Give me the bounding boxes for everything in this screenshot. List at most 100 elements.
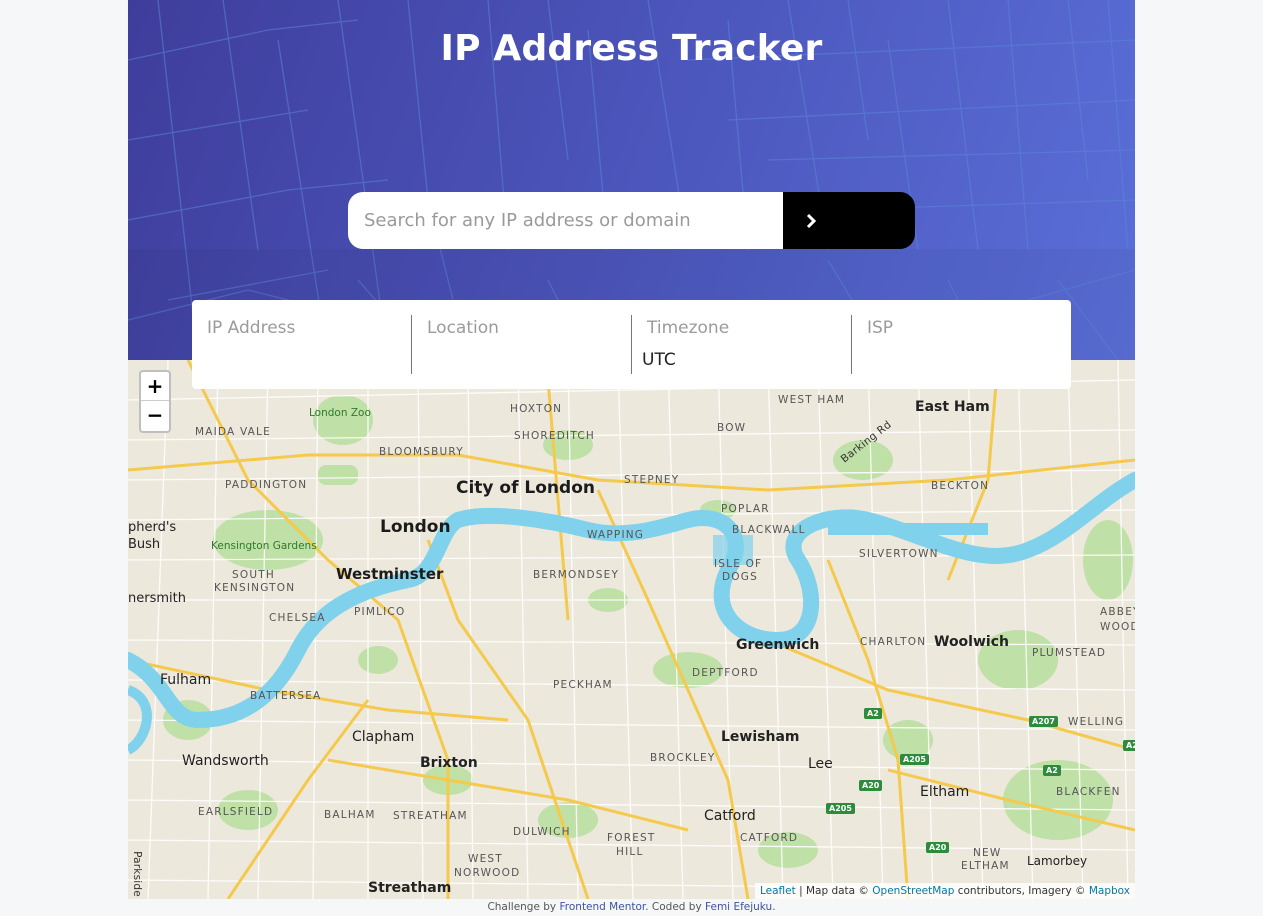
map-label-maida-vale: MAIDA VALE — [195, 426, 271, 438]
map-label-pimlico: PIMLICO — [354, 606, 406, 618]
map-label-abbey: ABBEY — [1100, 606, 1135, 618]
map-label-forest: FOREST — [607, 832, 656, 844]
map-label-charlton: CHARLTON — [860, 636, 927, 648]
map-label-isle-of: ISLE OF — [714, 558, 763, 570]
map-label-beckton: BECKTON — [931, 480, 990, 492]
map-label-bermondsey: BERMONDSEY — [533, 569, 620, 581]
author-link[interactable]: Femi Efejuku — [705, 901, 772, 913]
leaflet-link[interactable]: Leaflet — [760, 885, 796, 897]
mapbox-link[interactable]: Mapbox — [1089, 885, 1130, 897]
map-tiles — [128, 360, 1135, 899]
frontend-mentor-link[interactable]: Frontend Mentor — [560, 901, 646, 913]
map-label-norwood: NORWOOD — [454, 867, 521, 879]
map-label-battersea: BATTERSEA — [250, 690, 322, 702]
map-label-hammersmith: nersmith — [128, 591, 186, 606]
location-cell: Location — [412, 315, 632, 374]
road-shield-a207: A207 — [1029, 716, 1058, 727]
map-label-new: NEW — [973, 847, 1002, 859]
road-shield-a205-south: A205 — [826, 803, 855, 814]
map-label-welling: WELLING — [1068, 716, 1125, 728]
map-label-shepherds: pherd's — [128, 520, 177, 535]
road-shield-a2: A2 — [864, 708, 882, 719]
map-label-catford-small: CATFORD — [740, 832, 799, 844]
map-label-westminster: Westminster — [336, 565, 444, 583]
map-label-london-zoo: London Zoo — [309, 407, 371, 419]
map-label-wandsworth: Wandsworth — [182, 753, 269, 769]
map-label-bush: Bush — [128, 537, 161, 552]
map-label-wood: WOOD — [1100, 621, 1135, 633]
isp-label: ISP — [867, 318, 894, 338]
map-label-poplar: POPLAR — [721, 503, 770, 515]
map-label-fulham: Fulham — [160, 672, 212, 688]
map-label-city-of-london: City of London — [456, 478, 595, 498]
ip-address-label: IP Address — [207, 318, 296, 338]
ip-info-panel: IP Address Location Timezone UTC ISP — [192, 300, 1071, 389]
map-label-bow: BOW — [717, 422, 747, 434]
road-shield-a20-south: A20 — [926, 842, 950, 853]
map-label-lewisham: Lewisham — [721, 729, 800, 745]
timezone-cell: Timezone UTC — [632, 315, 852, 374]
map-label-hill: HILL — [616, 846, 644, 858]
attribution-mid: contributors, Imagery © — [954, 885, 1089, 897]
page-footer: Challenge by Frontend Mentor. Coded by F… — [0, 901, 1263, 913]
map-label-clapham: Clapham — [352, 729, 415, 745]
page-title: IP Address Tracker — [440, 28, 823, 69]
map-label-london: London — [380, 517, 451, 537]
footer-prefix: Challenge by — [487, 901, 560, 913]
map-label-hoxton: HOXTON — [510, 403, 563, 415]
map-label-lee: Lee — [808, 756, 833, 772]
timezone-value: UTC — [642, 350, 676, 370]
map-label-peckham: PECKHAM — [553, 679, 613, 691]
map-label-deptford: DEPTFORD — [692, 667, 759, 679]
road-shield-a2-edge: A2 — [1123, 740, 1135, 751]
map-label-chelsea: CHELSEA — [269, 612, 326, 624]
map-label-bloomsbury: BLOOMSBURY — [379, 446, 464, 458]
map-label-lamorbey: Lamorbey — [1027, 854, 1088, 868]
ip-address-cell: IP Address — [192, 315, 412, 374]
attribution-sep: | Map data © — [795, 885, 873, 897]
location-label: Location — [427, 318, 499, 338]
map-label-dogs: DOGS — [722, 571, 758, 583]
search-input[interactable] — [348, 192, 783, 249]
search-form — [348, 192, 915, 249]
footer-suffix: . — [772, 901, 776, 913]
map-label-silvertown: SILVERTOWN — [859, 548, 939, 560]
map-label-south: SOUTH — [232, 569, 275, 581]
map-label-blackfen: BLACKFEN — [1056, 786, 1121, 798]
map-label-wapping: WAPPING — [587, 529, 645, 541]
map-label-balham: BALHAM — [324, 809, 376, 821]
map-label-west: WEST — [468, 853, 503, 865]
map-label-kensington: KENSINGTON — [214, 582, 296, 594]
map-label-paddington: PADDINGTON — [225, 479, 308, 491]
map-label-greenwich: Greenwich — [736, 637, 820, 653]
map-attribution: Leaflet | Map data © OpenStreetMap contr… — [754, 883, 1135, 899]
chevron-right-icon — [806, 213, 816, 228]
road-shield-a20: A20 — [859, 780, 883, 791]
map-label-brixton: Brixton — [420, 755, 478, 771]
road-shield-a2-east: A2 — [1043, 765, 1061, 776]
map-label-kensington-gardens: Kensington Gardens — [211, 540, 317, 552]
footer-mid: . Coded by — [645, 901, 706, 913]
map-label-eltham-small: ELTHAM — [961, 860, 1010, 872]
osm-link[interactable]: OpenStreetMap — [872, 885, 954, 897]
road-shield-a205: A205 — [900, 754, 929, 765]
map-label-west-ham: WEST HAM — [778, 394, 846, 406]
zoom-out-button[interactable]: − — [141, 401, 169, 430]
map-label-shoreditch: SHOREDITCH — [514, 430, 595, 442]
zoom-in-button[interactable]: + — [141, 372, 169, 401]
app-root: IP Address Tracker IP Address Location T… — [128, 0, 1135, 899]
map-label-streatham: Streatham — [368, 880, 452, 896]
map-view[interactable]: City of London London Westminster East H… — [128, 360, 1135, 899]
map-label-woolwich: Woolwich — [934, 634, 1009, 650]
map-label-streatham-small: STREATHAM — [393, 810, 468, 822]
map-label-blackwall: BLACKWALL — [732, 524, 806, 536]
map-label-eltham: Eltham — [920, 784, 970, 800]
map-label-earlsfield: EARLSFIELD — [198, 806, 274, 818]
isp-cell: ISP — [852, 315, 1071, 374]
map-label-parkside: Parkside — [130, 851, 143, 897]
map-label-catford: Catford — [704, 808, 756, 824]
map-zoom-control: + − — [139, 370, 171, 433]
timezone-label: Timezone — [647, 318, 730, 338]
search-submit-button[interactable] — [783, 192, 915, 249]
map-label-east-ham: East Ham — [915, 399, 990, 415]
